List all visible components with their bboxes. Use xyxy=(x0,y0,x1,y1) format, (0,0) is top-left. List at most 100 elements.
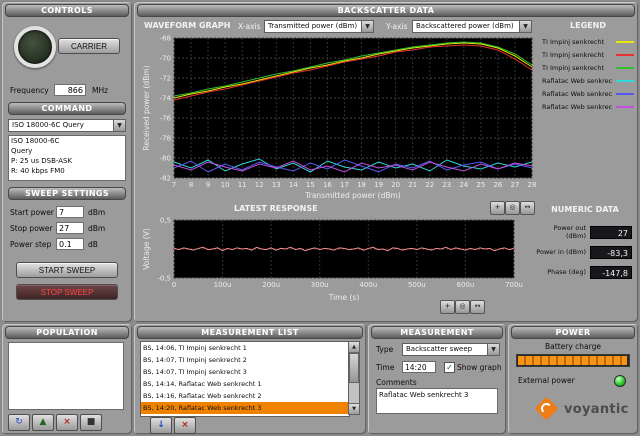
application-window: CONTROLS CARRIER Frequency MHz COMMAND I… xyxy=(0,0,640,436)
delete-measurement-icon[interactable]: × xyxy=(174,417,196,434)
start-power-input[interactable] xyxy=(56,206,84,218)
population-listbox[interactable] xyxy=(8,342,124,410)
svg-text:-70: -70 xyxy=(160,55,171,63)
measurement-title: MEASUREMENT xyxy=(371,326,503,339)
svg-text:-0,5: -0,5 xyxy=(157,275,171,283)
legend-item-label: TI Impinj senkrecht xyxy=(542,51,604,59)
sweep-row: Start power dBm xyxy=(10,204,126,220)
load-measurement-icon[interactable]: ↓ xyxy=(150,417,172,434)
svg-text:12: 12 xyxy=(255,181,264,189)
command-detail-line: R: 40 kbps FM0 xyxy=(9,166,125,176)
graph-crosshair-icon[interactable]: + xyxy=(440,300,455,314)
power-step-label: Power step xyxy=(10,240,56,249)
measurement-list-item[interactable]: BS, 14:14, Raflatac Web senkrecht 1 xyxy=(141,378,349,390)
x-axis-dropdown[interactable]: Transmitted power (dBm) ▼ xyxy=(264,20,374,33)
legend-item[interactable]: Raflatac Web senkrec xyxy=(542,100,634,113)
y-axis-label: Y-axis xyxy=(386,22,407,31)
legend-line-icon xyxy=(616,67,634,69)
carrier-button[interactable]: CARRIER xyxy=(58,38,120,54)
numeric-data-rows: Power out (dBm) 27 Power in (dBm) -83,3 … xyxy=(536,222,632,282)
legend-item[interactable]: TI Impinj senkrecht xyxy=(542,61,634,74)
stop-sweep-button[interactable]: STOP SWEEP xyxy=(16,284,118,300)
power-out-value: 27 xyxy=(590,226,632,239)
svg-text:Voltage (V): Voltage (V) xyxy=(142,228,151,270)
measurement-list-item-selected[interactable]: BS, 14:20, Raflatac Web senkrecht 3 xyxy=(141,402,349,414)
type-dropdown[interactable]: Backscatter sweep ▼ xyxy=(402,343,500,356)
stop-power-input[interactable] xyxy=(56,222,84,234)
legend-item[interactable]: Raflatac Web senkrec xyxy=(542,87,634,100)
scroll-down-icon[interactable]: ▼ xyxy=(349,403,359,414)
svg-text:-80: -80 xyxy=(160,155,171,163)
command-details-box: ISO 18000-6C Query P: 25 us DSB-ASK R: 4… xyxy=(8,135,126,181)
show-graph-checkbox[interactable]: ✓ xyxy=(444,362,455,373)
graph-crosshair-icon[interactable]: + xyxy=(490,201,505,215)
svg-text:11: 11 xyxy=(238,181,247,189)
svg-text:21: 21 xyxy=(408,181,417,189)
external-power-label: External power xyxy=(518,376,575,385)
numeric-data-title: NUMERIC DATA xyxy=(538,205,632,214)
legend-line-icon xyxy=(616,54,634,56)
svg-text:-78: -78 xyxy=(160,135,171,143)
svg-text:300u: 300u xyxy=(311,281,329,289)
svg-text:25: 25 xyxy=(476,181,485,189)
graph-pan-icon[interactable]: ↔ xyxy=(470,300,485,314)
start-sweep-button[interactable]: START SWEEP xyxy=(16,262,118,278)
command-dropdown[interactable]: ISO 18000-6C Query ▼ xyxy=(8,119,126,132)
legend-item-label: Raflatac Web senkrec xyxy=(542,103,612,111)
population-refresh-icon[interactable]: ↻ xyxy=(8,414,30,431)
type-label: Type xyxy=(376,345,393,354)
backscatter-title: BACKSCATTER DATA xyxy=(137,4,635,17)
svg-text:-72: -72 xyxy=(160,75,171,83)
svg-text:17: 17 xyxy=(340,181,349,189)
power-step-input[interactable] xyxy=(56,238,84,250)
scrollbar-thumb[interactable] xyxy=(349,353,359,383)
measurement-list-item[interactable]: BS, 14:06, TI Impinj senkrecht 1 xyxy=(141,342,349,354)
battery-fill-bar xyxy=(518,356,627,365)
sweep-settings-title: SWEEP SETTINGS xyxy=(8,187,126,200)
population-delete-icon[interactable]: × xyxy=(56,414,78,431)
y-axis-dropdown[interactable]: Backscattered power (dBm) ▼ xyxy=(412,20,532,33)
svg-text:-74: -74 xyxy=(160,95,172,103)
chevron-down-icon[interactable]: ▼ xyxy=(487,344,499,355)
measurement-list-scrollbar[interactable]: ▲ ▼ xyxy=(348,341,360,415)
frequency-input[interactable] xyxy=(54,84,86,96)
chevron-down-icon[interactable]: ▼ xyxy=(519,21,531,32)
chevron-down-icon[interactable]: ▼ xyxy=(113,120,125,131)
legend-item[interactable]: Raflatac Web senkrec xyxy=(542,74,634,87)
stop-power-label: Stop power xyxy=(10,224,56,233)
command-title: COMMAND xyxy=(8,102,126,115)
sweep-row: Power step dB xyxy=(10,236,126,252)
population-title: POPULATION xyxy=(5,326,129,339)
population-up-icon[interactable]: ▲ xyxy=(32,414,54,431)
waveform-chart: 7891011121314151617181920212223242526272… xyxy=(140,35,540,201)
svg-text:600u: 600u xyxy=(457,281,475,289)
svg-text:7: 7 xyxy=(172,181,176,189)
legend-item-label: TI Impinj senkrecht xyxy=(542,38,604,46)
x-axis-dropdown-value: Transmitted power (dBm) xyxy=(268,22,357,30)
svg-text:22: 22 xyxy=(425,181,434,189)
svg-text:28: 28 xyxy=(528,181,537,189)
measurement-list-item[interactable]: BS, 14:07, TI Impinj senkrecht 2 xyxy=(141,354,349,366)
graph-zoom-icon[interactable]: ◎ xyxy=(505,201,520,215)
graph-pan-icon[interactable]: ↔ xyxy=(520,201,535,215)
svg-text:-82: -82 xyxy=(160,175,171,183)
stop-power-unit: dBm xyxy=(88,224,105,233)
power-out-label: Power out (dBm) xyxy=(536,224,590,240)
chevron-down-icon[interactable]: ▼ xyxy=(361,21,373,32)
graph-zoom-icon[interactable]: ◎ xyxy=(455,300,470,314)
measurement-list-item[interactable]: BS, 14:07, TI Impinj senkrecht 3 xyxy=(141,366,349,378)
scroll-up-icon[interactable]: ▲ xyxy=(349,342,359,353)
comments-input[interactable]: Raflatac Web senkrecht 3 xyxy=(376,388,498,414)
legend-item[interactable]: TI Impinj senkrecht xyxy=(542,48,634,61)
numeric-row: Phase (deg) -147,8 xyxy=(536,262,632,282)
legend-line-icon xyxy=(616,93,634,95)
show-graph-label: Show graph xyxy=(457,363,502,372)
svg-text:0: 0 xyxy=(172,281,176,289)
power-in-value: -83,3 xyxy=(590,246,632,259)
legend-item[interactable]: TI Impinj senkrecht xyxy=(542,35,634,48)
measurement-list-item[interactable]: BS, 14:16, Raflatac Web senkrecht 2 xyxy=(141,390,349,402)
population-save-icon[interactable]: ■ xyxy=(80,414,102,431)
svg-text:14: 14 xyxy=(289,181,298,189)
legend-item-label: TI Impinj senkrecht xyxy=(542,64,604,72)
svg-text:10: 10 xyxy=(221,181,230,189)
